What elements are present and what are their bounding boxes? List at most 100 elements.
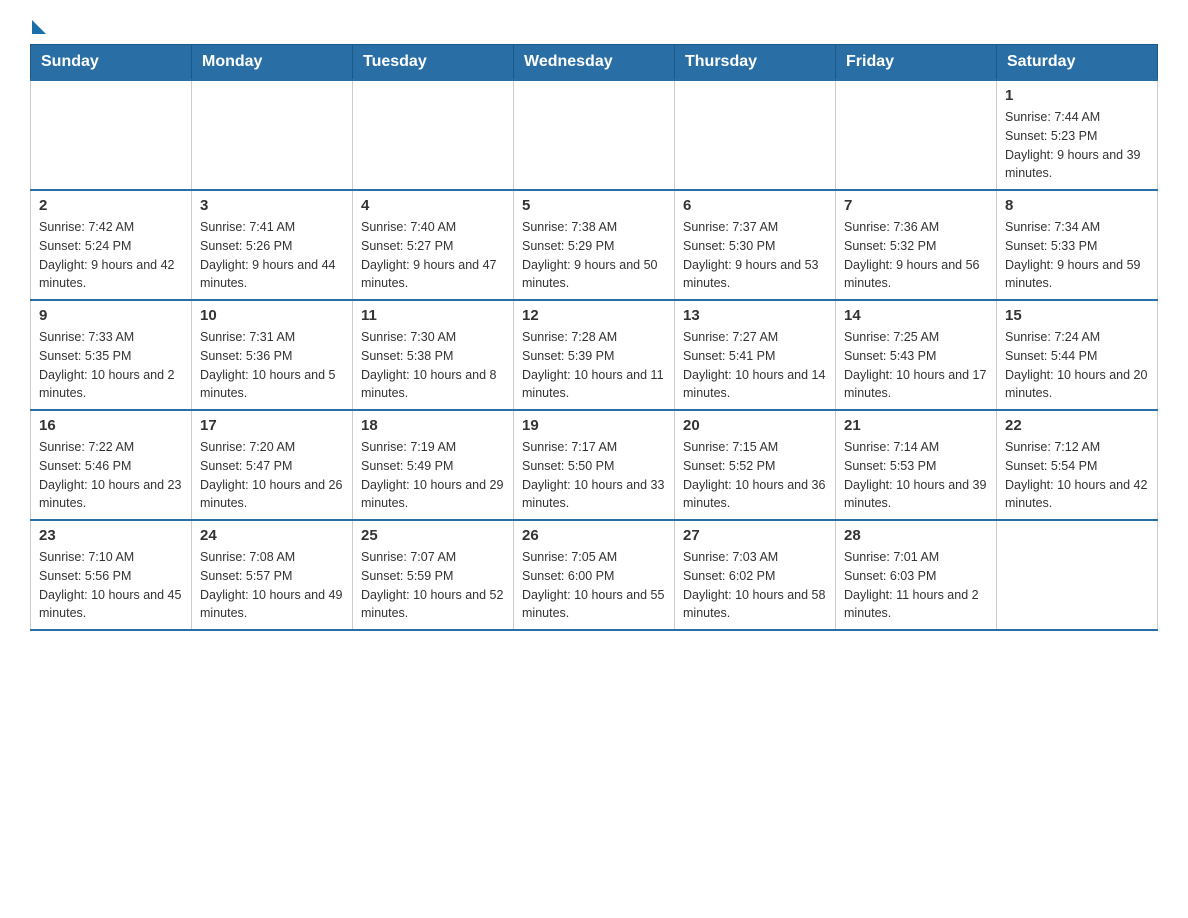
day-number: 17 <box>200 417 344 434</box>
page-header <box>30 20 1158 34</box>
calendar-cell: 4 Sunrise: 7:40 AM Sunset: 5:27 PM Daylig… <box>353 190 514 300</box>
day-info: Sunrise: 7:31 AM Sunset: 5:36 PM Dayligh… <box>200 328 344 403</box>
calendar-cell: 7 Sunrise: 7:36 AM Sunset: 5:32 PM Daylig… <box>836 190 997 300</box>
weekday-header-friday: Friday <box>836 45 997 81</box>
day-number: 20 <box>683 417 827 434</box>
day-number: 26 <box>522 527 666 544</box>
day-info: Sunrise: 7:05 AM Sunset: 6:00 PM Dayligh… <box>522 548 666 623</box>
calendar-cell: 8 Sunrise: 7:34 AM Sunset: 5:33 PM Daylig… <box>997 190 1158 300</box>
calendar-cell <box>997 520 1158 630</box>
day-number: 4 <box>361 197 505 214</box>
day-number: 21 <box>844 417 988 434</box>
day-number: 16 <box>39 417 183 434</box>
day-number: 12 <box>522 307 666 324</box>
weekday-header-wednesday: Wednesday <box>514 45 675 81</box>
day-number: 18 <box>361 417 505 434</box>
day-number: 19 <box>522 417 666 434</box>
week-row-5: 23 Sunrise: 7:10 AM Sunset: 5:56 PM Dayli… <box>31 520 1158 630</box>
day-number: 23 <box>39 527 183 544</box>
week-row-2: 2 Sunrise: 7:42 AM Sunset: 5:24 PM Daylig… <box>31 190 1158 300</box>
day-info: Sunrise: 7:17 AM Sunset: 5:50 PM Dayligh… <box>522 438 666 513</box>
day-info: Sunrise: 7:03 AM Sunset: 6:02 PM Dayligh… <box>683 548 827 623</box>
calendar-cell: 28 Sunrise: 7:01 AM Sunset: 6:03 PM Dayli… <box>836 520 997 630</box>
calendar-table: SundayMondayTuesdayWednesdayThursdayFrid… <box>30 44 1158 631</box>
day-info: Sunrise: 7:22 AM Sunset: 5:46 PM Dayligh… <box>39 438 183 513</box>
day-number: 11 <box>361 307 505 324</box>
calendar-cell: 6 Sunrise: 7:37 AM Sunset: 5:30 PM Daylig… <box>675 190 836 300</box>
calendar-cell: 5 Sunrise: 7:38 AM Sunset: 5:29 PM Daylig… <box>514 190 675 300</box>
calendar-cell: 9 Sunrise: 7:33 AM Sunset: 5:35 PM Daylig… <box>31 300 192 410</box>
calendar-cell: 27 Sunrise: 7:03 AM Sunset: 6:02 PM Dayli… <box>675 520 836 630</box>
weekday-header-saturday: Saturday <box>997 45 1158 81</box>
calendar-cell: 3 Sunrise: 7:41 AM Sunset: 5:26 PM Daylig… <box>192 190 353 300</box>
day-info: Sunrise: 7:08 AM Sunset: 5:57 PM Dayligh… <box>200 548 344 623</box>
calendar-cell <box>31 80 192 190</box>
day-number: 8 <box>1005 197 1149 214</box>
calendar-cell: 21 Sunrise: 7:14 AM Sunset: 5:53 PM Dayli… <box>836 410 997 520</box>
day-number: 3 <box>200 197 344 214</box>
calendar-cell: 15 Sunrise: 7:24 AM Sunset: 5:44 PM Dayli… <box>997 300 1158 410</box>
weekday-header-row: SundayMondayTuesdayWednesdayThursdayFrid… <box>31 45 1158 81</box>
day-number: 15 <box>1005 307 1149 324</box>
day-info: Sunrise: 7:25 AM Sunset: 5:43 PM Dayligh… <box>844 328 988 403</box>
calendar-cell: 20 Sunrise: 7:15 AM Sunset: 5:52 PM Dayli… <box>675 410 836 520</box>
weekday-header-tuesday: Tuesday <box>353 45 514 81</box>
day-info: Sunrise: 7:01 AM Sunset: 6:03 PM Dayligh… <box>844 548 988 623</box>
day-number: 13 <box>683 307 827 324</box>
calendar-cell: 26 Sunrise: 7:05 AM Sunset: 6:00 PM Dayli… <box>514 520 675 630</box>
week-row-4: 16 Sunrise: 7:22 AM Sunset: 5:46 PM Dayli… <box>31 410 1158 520</box>
day-number: 24 <box>200 527 344 544</box>
week-row-3: 9 Sunrise: 7:33 AM Sunset: 5:35 PM Daylig… <box>31 300 1158 410</box>
calendar-cell <box>514 80 675 190</box>
day-number: 28 <box>844 527 988 544</box>
calendar-cell: 25 Sunrise: 7:07 AM Sunset: 5:59 PM Dayli… <box>353 520 514 630</box>
day-info: Sunrise: 7:36 AM Sunset: 5:32 PM Dayligh… <box>844 218 988 293</box>
calendar-cell: 12Sunrise: 7:28 AM Sunset: 5:39 PM Dayli… <box>514 300 675 410</box>
day-number: 7 <box>844 197 988 214</box>
day-number: 14 <box>844 307 988 324</box>
calendar-cell: 16 Sunrise: 7:22 AM Sunset: 5:46 PM Dayli… <box>31 410 192 520</box>
calendar-cell: 24 Sunrise: 7:08 AM Sunset: 5:57 PM Dayli… <box>192 520 353 630</box>
day-info: Sunrise: 7:20 AM Sunset: 5:47 PM Dayligh… <box>200 438 344 513</box>
day-info: Sunrise: 7:10 AM Sunset: 5:56 PM Dayligh… <box>39 548 183 623</box>
calendar-cell: 11 Sunrise: 7:30 AM Sunset: 5:38 PM Dayli… <box>353 300 514 410</box>
logo <box>30 20 48 34</box>
calendar-cell <box>675 80 836 190</box>
day-number: 22 <box>1005 417 1149 434</box>
day-info: Sunrise: 7:34 AM Sunset: 5:33 PM Dayligh… <box>1005 218 1149 293</box>
day-number: 1 <box>1005 87 1149 104</box>
weekday-header-monday: Monday <box>192 45 353 81</box>
day-number: 27 <box>683 527 827 544</box>
calendar-cell: 1 Sunrise: 7:44 AM Sunset: 5:23 PM Daylig… <box>997 80 1158 190</box>
calendar-cell <box>836 80 997 190</box>
day-info: Sunrise: 7:44 AM Sunset: 5:23 PM Dayligh… <box>1005 108 1149 183</box>
day-number: 25 <box>361 527 505 544</box>
day-info: Sunrise: 7:27 AM Sunset: 5:41 PM Dayligh… <box>683 328 827 403</box>
day-info: Sunrise: 7:41 AM Sunset: 5:26 PM Dayligh… <box>200 218 344 293</box>
day-number: 2 <box>39 197 183 214</box>
day-info: Sunrise: 7:19 AM Sunset: 5:49 PM Dayligh… <box>361 438 505 513</box>
day-number: 5 <box>522 197 666 214</box>
calendar-cell <box>192 80 353 190</box>
day-info: Sunrise: 7:33 AM Sunset: 5:35 PM Dayligh… <box>39 328 183 403</box>
day-info: Sunrise: 7:24 AM Sunset: 5:44 PM Dayligh… <box>1005 328 1149 403</box>
weekday-header-thursday: Thursday <box>675 45 836 81</box>
day-info: Sunrise: 7:14 AM Sunset: 5:53 PM Dayligh… <box>844 438 988 513</box>
day-info: Sunrise: 7:42 AM Sunset: 5:24 PM Dayligh… <box>39 218 183 293</box>
day-info: Sunrise: 7:40 AM Sunset: 5:27 PM Dayligh… <box>361 218 505 293</box>
day-info: Sunrise: 7:37 AM Sunset: 5:30 PM Dayligh… <box>683 218 827 293</box>
day-info: Sunrise: 7:15 AM Sunset: 5:52 PM Dayligh… <box>683 438 827 513</box>
day-number: 10 <box>200 307 344 324</box>
calendar-cell: 17 Sunrise: 7:20 AM Sunset: 5:47 PM Dayli… <box>192 410 353 520</box>
weekday-header-sunday: Sunday <box>31 45 192 81</box>
calendar-cell: 14 Sunrise: 7:25 AM Sunset: 5:43 PM Dayli… <box>836 300 997 410</box>
day-info: Sunrise: 7:30 AM Sunset: 5:38 PM Dayligh… <box>361 328 505 403</box>
calendar-cell: 23 Sunrise: 7:10 AM Sunset: 5:56 PM Dayli… <box>31 520 192 630</box>
calendar-cell: 22Sunrise: 7:12 AM Sunset: 5:54 PM Dayli… <box>997 410 1158 520</box>
day-number: 9 <box>39 307 183 324</box>
day-info: Sunrise: 7:38 AM Sunset: 5:29 PM Dayligh… <box>522 218 666 293</box>
calendar-cell: 19 Sunrise: 7:17 AM Sunset: 5:50 PM Dayli… <box>514 410 675 520</box>
logo-triangle-icon <box>32 20 46 34</box>
day-number: 6 <box>683 197 827 214</box>
day-info: Sunrise: 7:07 AM Sunset: 5:59 PM Dayligh… <box>361 548 505 623</box>
